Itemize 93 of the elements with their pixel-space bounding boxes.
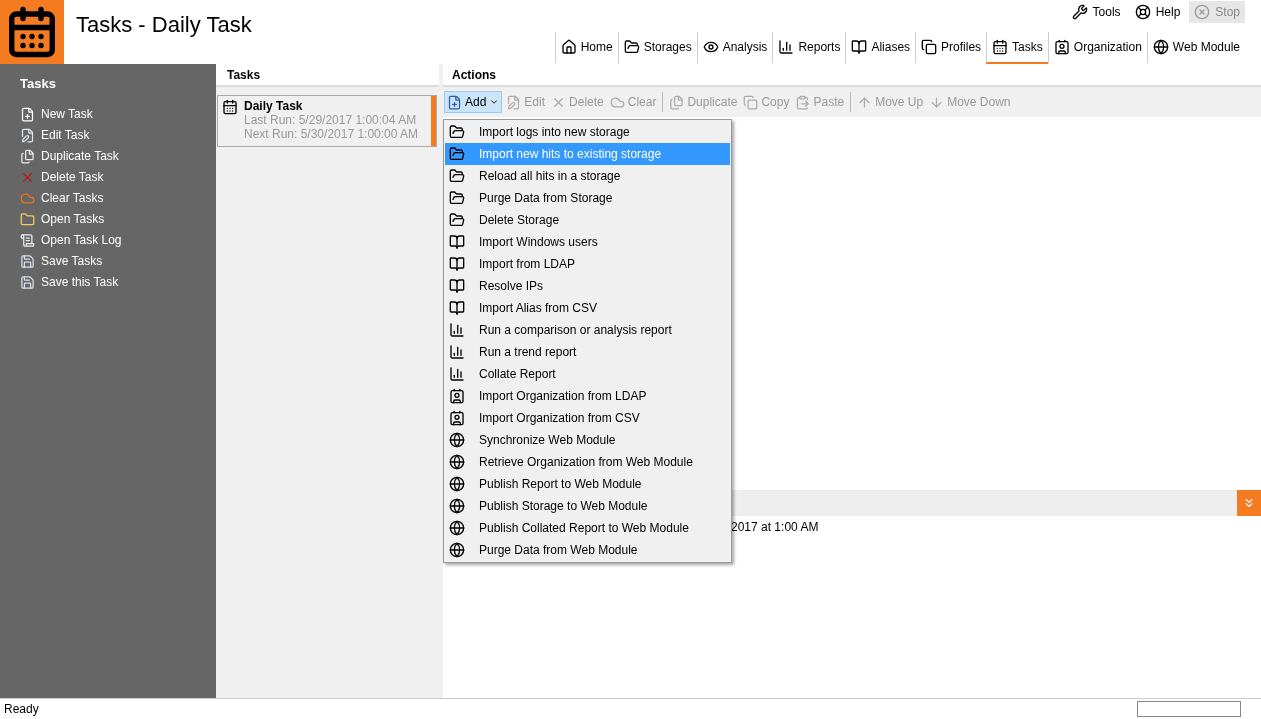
book-icon [449,278,465,294]
folder-icon [623,39,640,55]
new-document-icon [20,106,35,122]
menu-item[interactable]: Import Organization from LDAP [445,385,730,407]
help-icon [1134,4,1151,20]
book-icon [449,234,465,250]
menu-item[interactable]: Run a comparison or analysis report [445,319,730,341]
folder-icon [449,146,465,162]
contact-card-icon [449,410,465,426]
bar-chart-icon [449,366,465,382]
bar-chart-icon [449,322,465,338]
collapse-button[interactable] [1237,490,1261,516]
globe-icon [449,542,465,558]
globe-icon [449,498,465,514]
home-icon [560,39,577,55]
menu-item[interactable]: Reload all hits in a storage [445,165,730,187]
bar-chart-icon [778,39,795,55]
sidebar-item[interactable]: Delete Task [20,166,104,188]
duplicate-icon [20,148,35,164]
toolbar-button[interactable]: Add [444,91,503,113]
copy-icon [743,94,759,110]
eye-icon [702,39,719,55]
log-icon [20,232,35,248]
sidebar-item[interactable]: Save this Task [20,271,119,293]
menu-item[interactable]: Run a trend report [445,341,730,363]
sidebar-item[interactable]: Clear Tasks [20,187,104,209]
cloud-icon [609,94,625,110]
menu-item[interactable]: Synchronize Web Module [445,429,730,451]
help-button[interactable]: Help [1129,1,1186,23]
menu-item[interactable]: Delete Storage [445,209,730,231]
folder-icon [20,211,35,227]
folder-icon [449,212,465,228]
menu-item[interactable]: Import Alias from CSV [445,297,730,319]
calendar-icon [992,39,1009,55]
details-text: 2017 at 1:00 AM [731,520,819,534]
globe-icon [449,520,465,536]
sidebar-item[interactable]: Save Tasks [20,250,103,272]
bar-chart-icon [449,344,465,360]
book-icon [851,39,868,55]
contact-card-icon [1053,39,1070,55]
new-document-icon [447,94,462,110]
next-run-text: Next Run: 5/30/2017 1:00:00 AM [244,127,419,141]
globe-icon [449,476,465,492]
menu-item[interactable]: Collate Report [445,363,730,385]
calendar-icon [222,99,238,115]
book-icon [449,300,465,316]
folder-icon [449,124,465,140]
sidebar-title: Tasks [20,75,57,93]
folder-icon [449,168,465,184]
selection-bar [431,96,436,146]
menu-item[interactable]: Import Windows users [445,231,730,253]
pane-title: Actions [452,66,496,84]
stacked-pages-icon [921,39,938,55]
menu-item[interactable]: Retrieve Organization from Web Module [445,451,730,473]
task-card[interactable]: Daily Task Last Run: 5/29/2017 1:00:04 AM Next Run: 5/30/2017 1:00:00 AM [217,95,437,147]
task-name: Daily Task [244,99,304,113]
edit-document-icon [20,127,35,143]
tools-button[interactable]: Tools [1066,1,1126,23]
sidebar-item[interactable]: Open Task Log [20,229,122,251]
globe-icon [449,454,465,470]
last-run-text: Last Run: 5/29/2017 1:00:04 AM [244,113,418,127]
menu-item[interactable]: Publish Storage to Web Module [445,495,730,517]
save-icon [20,253,35,269]
calendar-logo [0,0,64,64]
sidebar-item[interactable]: Open Tasks [20,208,105,230]
globe-icon [1152,39,1169,55]
menu-item[interactable]: Purge Data from Web Module [445,539,730,561]
arrow-down-icon [929,94,945,110]
window-title: Tasks - Daily Task [76,11,252,39]
menu-item[interactable]: Purge Data from Storage [445,187,730,209]
status-text: Ready [4,701,40,718]
double-chevron-icon [1242,496,1256,510]
contact-card-icon [449,388,465,404]
save-icon [20,274,35,290]
duplicate-icon [669,94,685,110]
sidebar-item[interactable]: Duplicate Task [20,145,119,167]
edit-document-icon [506,94,522,110]
globe-icon [449,432,465,448]
menu-item[interactable]: Import Organization from CSV [445,407,730,429]
wrench-icon [1071,4,1088,20]
book-icon [449,256,465,272]
menu-item[interactable]: Publish Report to Web Module [445,473,730,495]
pane-title: Tasks [227,66,261,84]
menu-item[interactable]: Import logs into new storage [445,121,730,143]
menu-item[interactable]: Resolve IPs [445,275,730,297]
sidebar-item[interactable]: New Task [20,103,93,125]
menu-item[interactable]: Publish Collated Report to Web Module [445,517,730,539]
sidebar-item[interactable]: Edit Task [20,124,90,146]
cloud-icon [20,190,35,206]
stop-icon [1194,4,1211,20]
menu-item[interactable]: Import from LDAP [445,253,730,275]
folder-icon [449,190,465,206]
paste-icon [795,94,811,110]
